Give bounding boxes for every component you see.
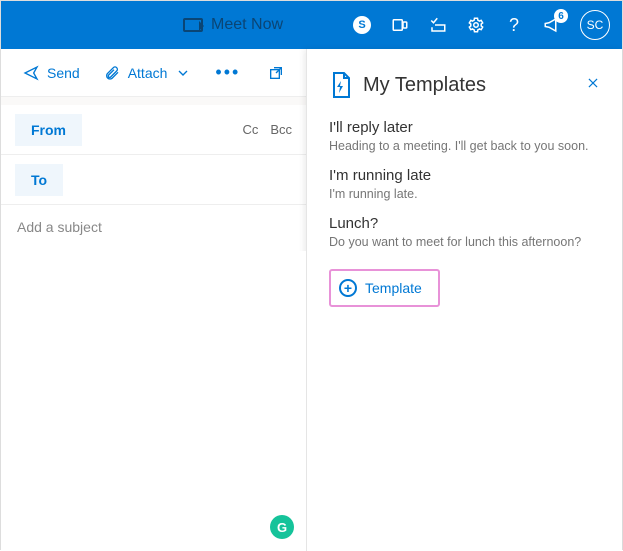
skype-icon: S xyxy=(353,16,371,34)
grammarly-icon: G xyxy=(277,520,287,535)
todo-button[interactable] xyxy=(422,9,454,41)
add-template-button[interactable]: + Template xyxy=(329,269,440,307)
teams-button[interactable] xyxy=(384,9,416,41)
compose-toolbar: Send Attach ••• xyxy=(1,49,306,97)
paperclip-icon xyxy=(104,65,120,81)
add-template-label: Template xyxy=(365,280,422,296)
subject-input[interactable] xyxy=(17,219,290,235)
template-item[interactable]: Lunch? Do you want to meet for lunch thi… xyxy=(329,215,600,249)
close-icon xyxy=(586,76,600,90)
help-button[interactable]: ? xyxy=(498,9,530,41)
template-preview: Heading to a meeting. I'll get back to y… xyxy=(329,139,600,153)
avatar-initials: SC xyxy=(587,18,604,32)
to-field[interactable]: To xyxy=(1,155,306,205)
templates-panel: My Templates I'll reply later Heading to… xyxy=(306,49,622,551)
message-body[interactable]: G xyxy=(1,251,306,551)
send-icon xyxy=(23,65,39,81)
template-title: I'll reply later xyxy=(329,119,600,136)
popout-button[interactable] xyxy=(258,59,294,87)
compose-pane: Send Attach ••• From Cc Bcc xyxy=(1,49,306,551)
cc-bcc-group: Cc Bcc xyxy=(242,122,292,137)
panel-title: My Templates xyxy=(363,74,576,97)
gear-icon xyxy=(467,16,485,34)
attach-label: Attach xyxy=(128,65,168,81)
subject-row xyxy=(1,205,306,251)
popout-icon xyxy=(268,65,284,81)
more-actions-button[interactable]: ••• xyxy=(205,62,250,83)
template-item[interactable]: I'll reply later Heading to a meeting. I… xyxy=(329,119,600,153)
help-icon: ? xyxy=(509,15,519,36)
template-preview: Do you want to meet for lunch this after… xyxy=(329,235,600,249)
settings-button[interactable] xyxy=(460,9,492,41)
templates-icon xyxy=(329,71,353,99)
meet-now-label: Meet Now xyxy=(211,16,283,34)
todo-icon xyxy=(429,16,447,34)
meet-now-button[interactable]: Meet Now xyxy=(183,16,283,34)
template-item[interactable]: I'm running late I'm running late. xyxy=(329,167,600,201)
send-button[interactable]: Send xyxy=(13,59,90,87)
panel-header: My Templates xyxy=(329,71,600,99)
grammarly-button[interactable]: G xyxy=(270,515,294,539)
account-avatar[interactable]: SC xyxy=(580,10,610,40)
from-field: From Cc Bcc xyxy=(1,105,306,155)
notifications-button[interactable]: 6 xyxy=(536,9,568,41)
main-area: Send Attach ••• From Cc Bcc xyxy=(1,49,622,551)
bcc-button[interactable]: Bcc xyxy=(270,122,292,137)
video-icon xyxy=(183,18,203,32)
recipient-fields: From Cc Bcc To xyxy=(1,105,306,205)
top-bar: Meet Now S ? 6 SC xyxy=(1,1,622,49)
template-title: Lunch? xyxy=(329,215,600,232)
template-title: I'm running late xyxy=(329,167,600,184)
close-panel-button[interactable] xyxy=(586,76,600,95)
skype-button[interactable]: S xyxy=(346,9,378,41)
chevron-down-icon xyxy=(175,65,191,81)
notification-badge: 6 xyxy=(554,9,568,23)
cc-button[interactable]: Cc xyxy=(242,122,258,137)
send-label: Send xyxy=(47,65,80,81)
to-button[interactable]: To xyxy=(15,164,63,196)
template-preview: I'm running late. xyxy=(329,187,600,201)
attach-button[interactable]: Attach xyxy=(94,59,202,87)
plus-icon: + xyxy=(339,279,357,297)
ellipsis-icon: ••• xyxy=(215,62,240,82)
teams-icon xyxy=(391,16,409,34)
from-button[interactable]: From xyxy=(15,114,82,146)
